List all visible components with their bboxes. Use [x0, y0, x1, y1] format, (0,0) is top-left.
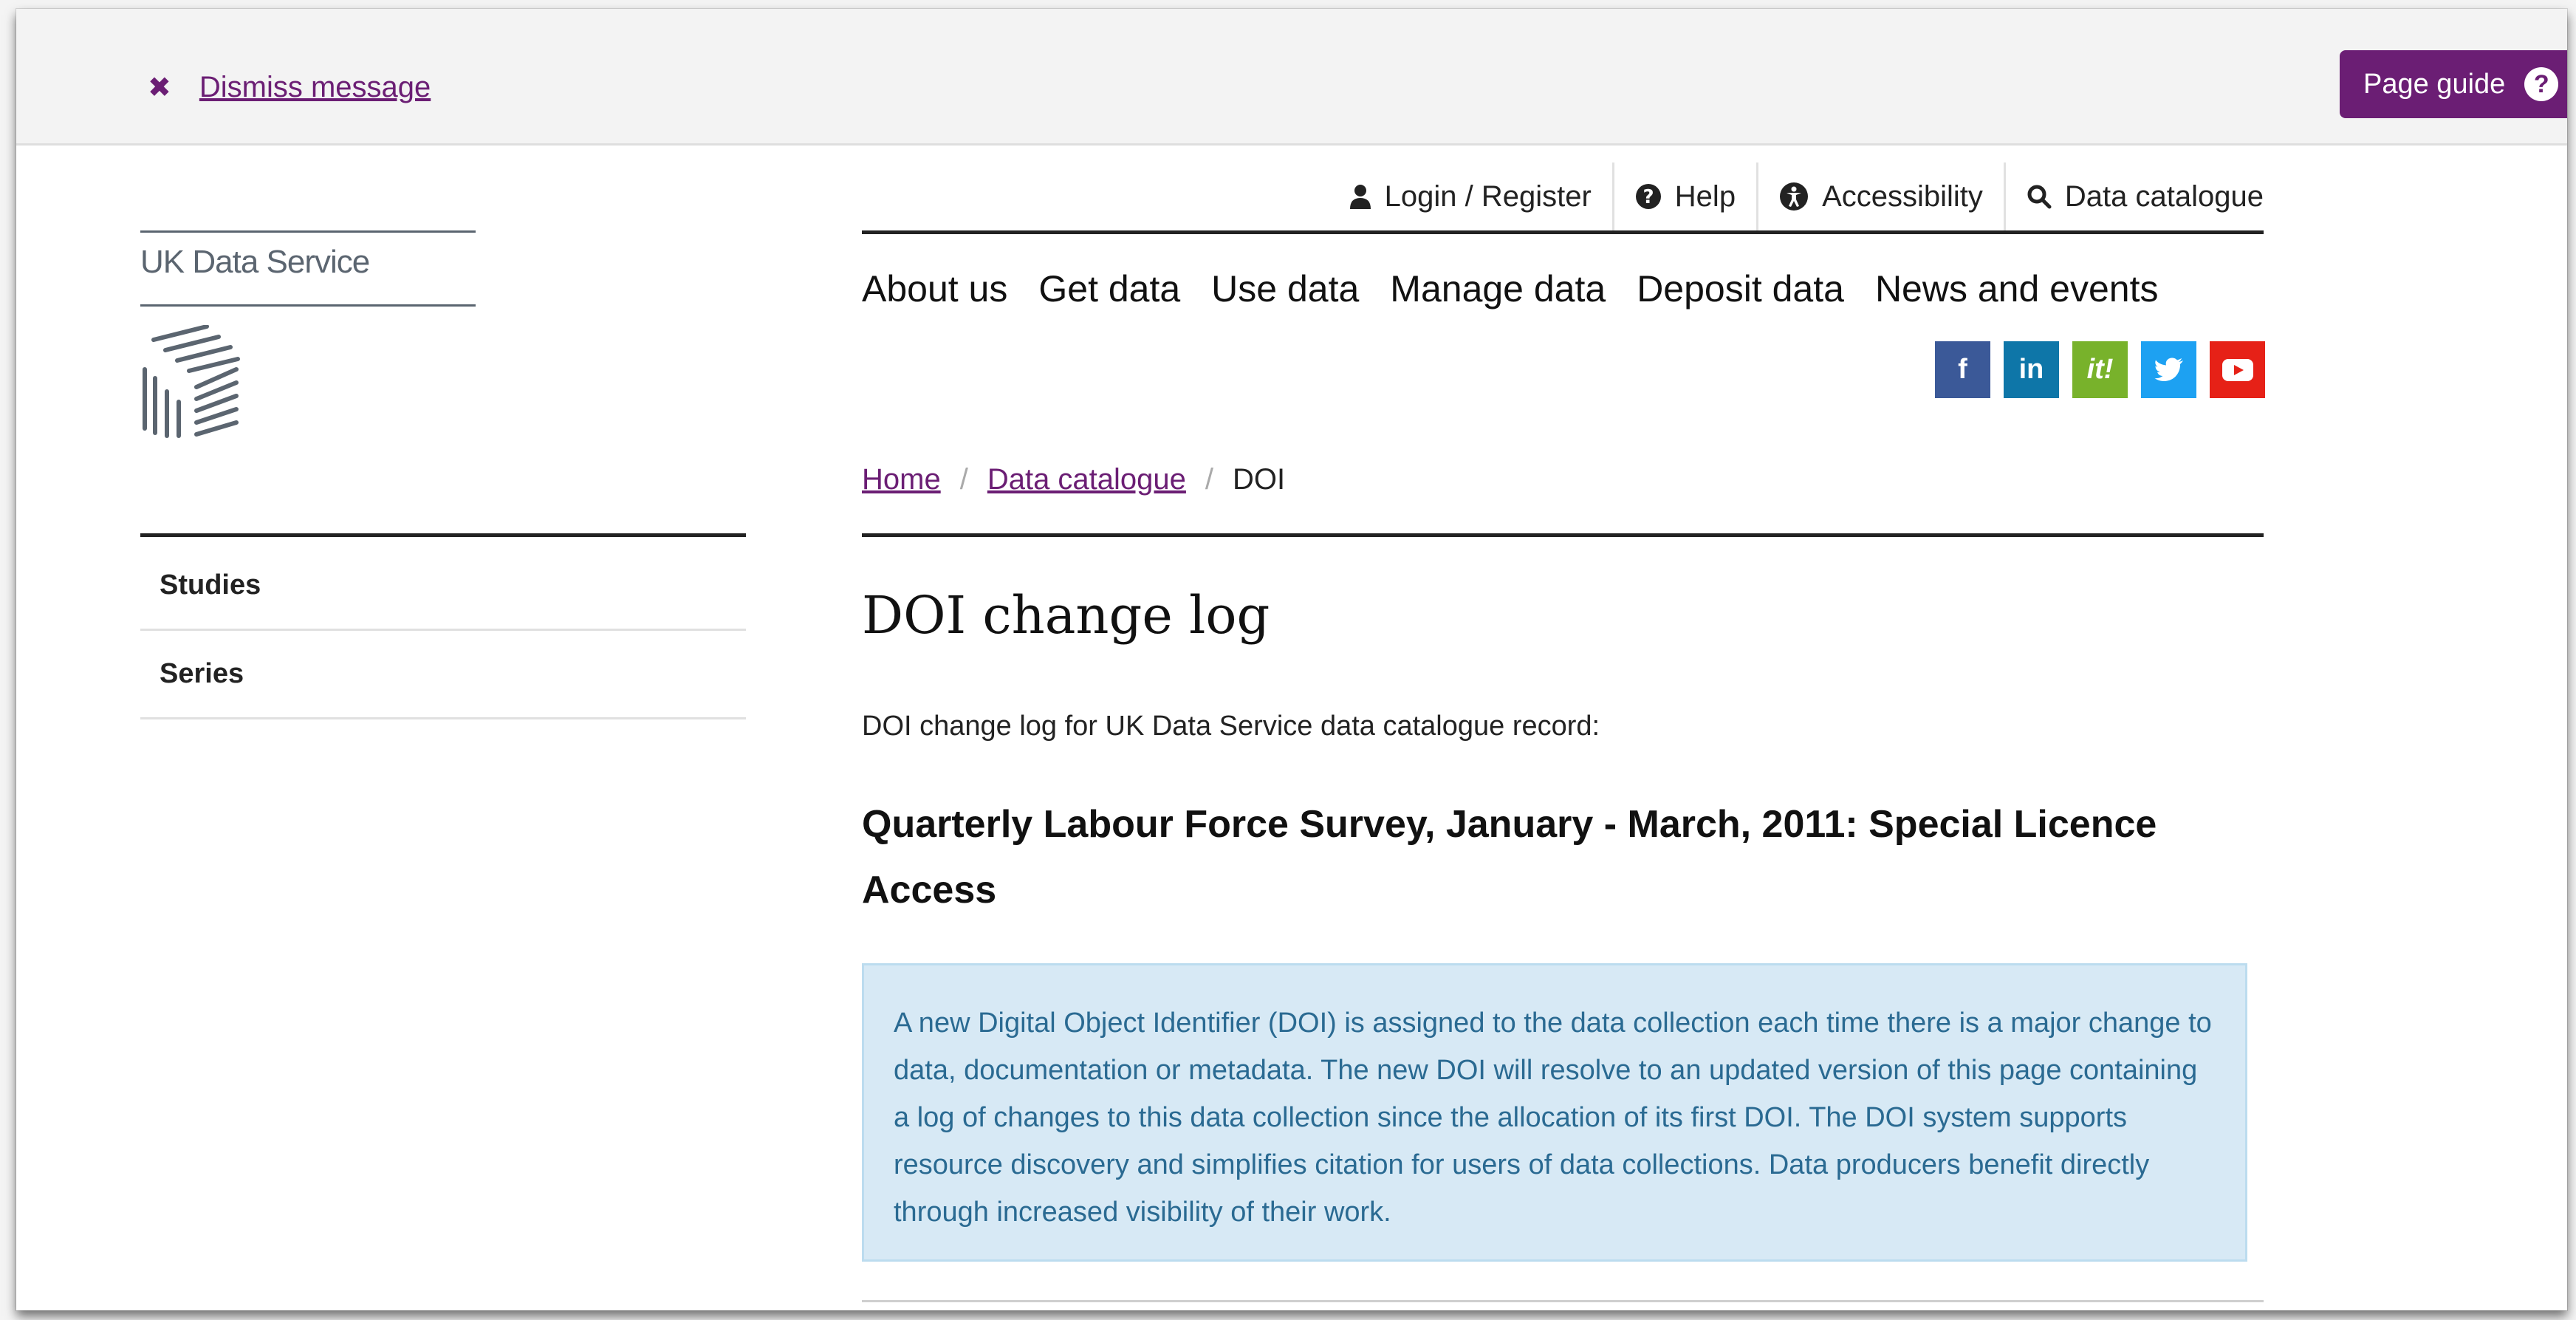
user-icon — [1349, 184, 1371, 209]
nav-deposit-data[interactable]: Deposit data — [1637, 267, 1844, 310]
accessibility-label: Accessibility — [1822, 179, 1983, 213]
svg-text:?: ? — [1642, 186, 1654, 208]
social-links: f in it! — [1935, 341, 2265, 398]
bottom-divider — [862, 1300, 2264, 1302]
facebook-icon[interactable]: f — [1935, 341, 1990, 398]
intro-text: DOI change log for UK Data Service data … — [862, 711, 1600, 742]
data-catalogue-search-link[interactable]: Data catalogue — [2003, 163, 2264, 230]
sidebar-item-series[interactable]: Series — [140, 631, 746, 719]
breadcrumb-separator: / — [1205, 463, 1214, 496]
logo-rule-top — [140, 230, 476, 233]
login-register-link[interactable]: Login / Register — [1329, 163, 1612, 230]
accessibility-icon — [1779, 182, 1809, 211]
iti-icon[interactable]: it! — [2072, 341, 2128, 398]
help-link[interactable]: ? Help — [1611, 163, 1756, 230]
nav-get-data[interactable]: Get data — [1038, 267, 1180, 310]
nav-use-data[interactable]: Use data — [1211, 267, 1359, 310]
nav-divider — [862, 230, 2264, 234]
message-bar: ✖ Dismiss message Page guide ? — [16, 9, 2567, 146]
help-label: Help — [1674, 179, 1736, 213]
doi-info-text: A new Digital Object Identifier (DOI) is… — [894, 1008, 2212, 1228]
login-register-label: Login / Register — [1384, 179, 1592, 213]
search-icon — [2027, 184, 2052, 209]
close-icon: ✖ — [148, 72, 171, 103]
breadcrumb-separator: / — [959, 463, 968, 496]
content-divider — [862, 533, 2264, 537]
main-nav: About us Get data Use data Manage data D… — [862, 267, 2159, 310]
logo-cube-icon[interactable] — [140, 324, 241, 443]
sidebar-item-studies[interactable]: Studies — [140, 542, 746, 631]
breadcrumb-home[interactable]: Home — [862, 463, 941, 496]
question-icon: ? — [2524, 67, 2559, 101]
browser-page: ✖ Dismiss message Page guide ? UK Data S… — [16, 9, 2567, 1310]
sidebar: Studies Series — [140, 542, 746, 719]
nav-news-and-events[interactable]: News and events — [1875, 267, 2159, 310]
logo-rule-bottom — [140, 304, 476, 307]
accessibility-link[interactable]: Accessibility — [1756, 163, 2004, 230]
breadcrumb: Home / Data catalogue / DOI — [862, 463, 1285, 496]
breadcrumb-current: DOI — [1233, 463, 1286, 496]
doi-info-box: A new Digital Object Identifier (DOI) is… — [862, 963, 2247, 1262]
nav-manage-data[interactable]: Manage data — [1390, 267, 1606, 310]
page-guide-label: Page guide — [2363, 68, 2506, 100]
breadcrumb-data-catalogue[interactable]: Data catalogue — [987, 463, 1186, 496]
utility-nav: Login / Register ? Help Accessibility Da… — [862, 160, 2264, 233]
dismiss-message-label: Dismiss message — [199, 71, 431, 103]
study-title: Quarterly Labour Force Survey, January -… — [862, 803, 2157, 912]
dismiss-message-link[interactable]: ✖ Dismiss message — [148, 71, 431, 104]
nav-about-us[interactable]: About us — [862, 267, 1007, 310]
linkedin-icon[interactable]: in — [2004, 341, 2059, 398]
data-catalogue-label: Data catalogue — [2064, 179, 2264, 213]
youtube-icon[interactable] — [2210, 341, 2265, 398]
logo-text[interactable]: UK Data Service — [140, 244, 370, 281]
help-circle-icon: ? — [1635, 183, 1662, 210]
twitter-icon[interactable] — [2141, 341, 2196, 398]
page-guide-button[interactable]: Page guide ? — [2340, 50, 2567, 118]
page-title: DOI change log — [862, 585, 1270, 646]
sidebar-divider — [140, 533, 746, 537]
